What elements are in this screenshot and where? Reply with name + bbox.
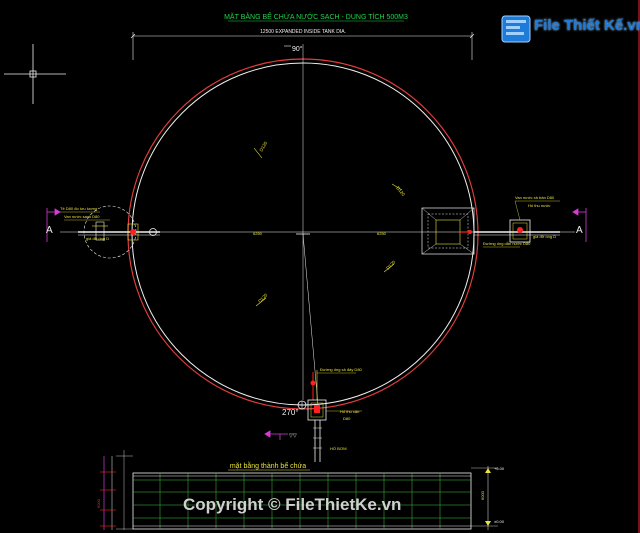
logo-text: File Thiết Kế.vn	[534, 17, 640, 34]
note-left-1: Tê D80 đo lưu lượng	[60, 206, 97, 211]
section-arrow-label: ▽▽	[289, 433, 297, 439]
bottom-drain-assembly	[297, 370, 327, 462]
note-bottom-1: Đường ống xả đáy D80	[320, 367, 363, 372]
top-dimension-label: 12500 EXPANDED INSIDE TANK DIA.	[260, 29, 346, 35]
dim-side-left-label: 6000	[96, 498, 101, 508]
angle-270-label: 270°	[282, 408, 299, 417]
pipe-label-4: D120	[257, 292, 268, 303]
wall-left-dimension	[100, 450, 133, 530]
note-bottom-3: D80	[343, 416, 351, 421]
dim-side-right-label: 6000	[480, 490, 485, 500]
level-bottom-label: ±0.00	[494, 519, 505, 524]
pipe-label-3: D120	[385, 259, 396, 270]
note-right-1-pointer	[514, 200, 521, 221]
section-arrow-bottom	[264, 430, 288, 440]
radius-label-left: 6250	[253, 231, 263, 236]
note-right-1: Van nước xả tràn D80	[515, 195, 555, 200]
note-left-3: giá đỡ ống D	[86, 236, 109, 241]
note-right-3: Đường ống dẫn nước D80	[483, 241, 531, 246]
copyright-watermark: Copyright © FileThietKe.vn	[183, 495, 402, 514]
radius-label-right: 6250	[377, 231, 387, 236]
section-mark-right-label: A	[576, 225, 583, 236]
level-top-label: +6.00	[494, 466, 505, 471]
note-bottom-2: Hố thu cặn	[340, 409, 359, 414]
section-title: mặt bằng thành bể chứa	[230, 461, 306, 470]
note-bottom-4: HỐ BƠM	[330, 446, 347, 451]
note-right-2: Hố thu nước	[528, 203, 550, 208]
crosshair-cursor-icon	[4, 44, 66, 104]
section-mark-left-label: A	[46, 225, 53, 236]
pipe-label-1: D120	[259, 140, 269, 152]
note-right-4: giá đỡ ống D	[533, 234, 556, 239]
outlet-axis	[302, 233, 319, 406]
cad-drawing-canvas: MẶT BẰNG BỂ CHỨA NƯỚC SẠCH - DUNG TÍCH 5…	[4, 0, 640, 533]
drawing-title: MẶT BẰNG BỂ CHỨA NƯỚC SẠCH - DUNG TÍCH 5…	[224, 12, 408, 21]
angle-90-label: 90°	[292, 45, 303, 53]
note-left-2: Van nước sạch D80	[64, 214, 100, 219]
